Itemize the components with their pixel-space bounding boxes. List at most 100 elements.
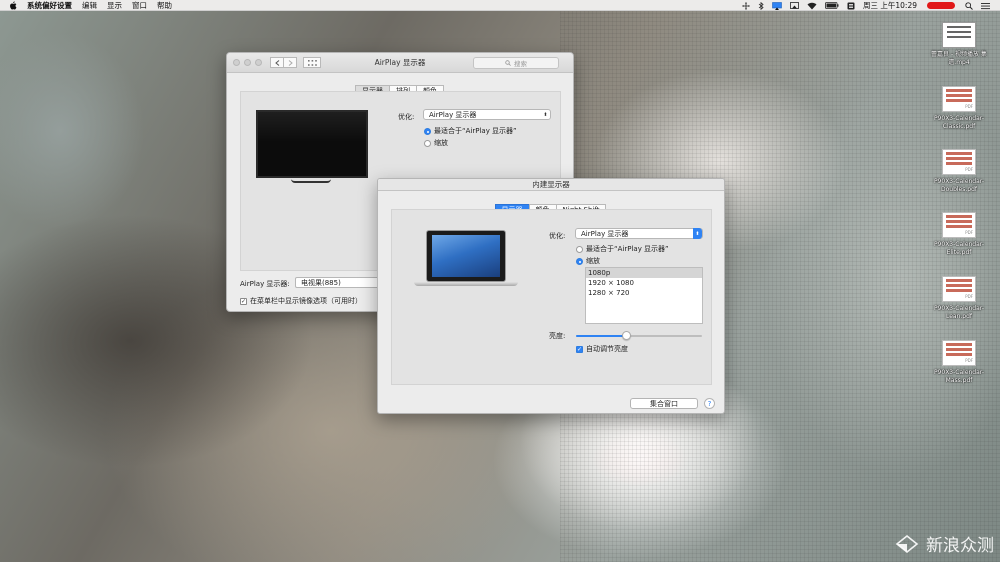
move-icon[interactable] [742,1,750,10]
checkmark-icon[interactable]: ✓ [576,345,583,353]
resolution-radio-group: 最适合于“AirPlay 显示器” 缩放 [576,244,669,268]
radio-scaled[interactable]: 缩放 [424,138,517,148]
cast-icon[interactable] [790,1,799,10]
brightness-label: 亮度: [549,332,566,340]
radio-button[interactable] [424,139,431,147]
radio-best[interactable]: 最适合于“AirPlay 显示器” [424,126,517,136]
radio-best-label: 最适合于“AirPlay 显示器” [434,127,517,135]
radio-best[interactable]: 最适合于“AirPlay 显示器” [576,244,669,254]
battery-icon[interactable] [825,2,839,9]
menu-clock[interactable]: 周三 上午10:29 [863,0,917,11]
desktop-file-pdf[interactable]: PDF P90X3-Calendar- Lean.pdf [924,276,994,320]
desktop-file-label: P90X3-Calendar- Classic.pdf [933,115,985,130]
wifi-icon[interactable] [807,2,817,10]
search-placeholder: 搜索 [514,60,527,68]
menu-bar: 系统偏好设置 编辑 显示 窗口 帮助 周三 上午10:29 [0,0,1000,11]
desktop-file-pdf[interactable]: PDF P90X3-Calendar- Doubles.pdf [924,149,994,193]
pdf-file-icon: PDF [942,340,976,366]
brightness-slider[interactable] [576,331,702,340]
laptop-image [426,230,506,282]
resolution-radio-group: 最适合于“AirPlay 显示器” 缩放 [424,126,517,150]
close-button[interactable] [233,59,240,66]
radio-scaled-label: 缩放 [586,257,600,265]
video-file-icon [942,22,976,48]
minimize-button[interactable] [244,59,251,66]
airplay-icon[interactable] [772,1,782,10]
brightness-slider-fill [576,335,627,337]
redacted-username-mark [927,2,955,9]
tv-display-image [256,110,368,178]
updown-arrows-icon: ⬍ [543,111,548,118]
optimize-label: 优化: [398,113,415,121]
search-field[interactable]: 搜索 [473,57,559,69]
pdf-file-icon: PDF [942,212,976,238]
window-controls [233,59,262,66]
back-button[interactable] [270,57,284,68]
list-item[interactable]: 1080p [586,268,702,278]
radio-button[interactable] [424,127,431,135]
desktop-file-label: P90X3-Calendar- Lean.pdf [933,305,985,320]
radio-best-label: 最适合于“AirPlay 显示器” [586,245,669,253]
input-method-icon[interactable] [847,2,855,10]
forward-button[interactable] [283,57,297,68]
desktop-file-label: P90X3-Calendar- Elite.pdf [933,241,985,256]
watermark-logo-icon [895,534,919,553]
airplay-display-label: AirPlay 显示器: [240,280,290,288]
desktop-file-video[interactable]: 蕾嘉良 - 视频播放 集 遗.mp4 [924,22,994,66]
window-title: 内建显示器 [532,180,570,189]
pdf-file-icon: PDF [942,149,976,175]
optimize-label: 优化: [549,232,566,240]
help-button[interactable]: ? [704,398,715,409]
desktop-file-pdf[interactable]: PDF P90X3-Calendar- Mass.pdf [924,340,994,384]
auto-brightness-row[interactable]: ✓ 自动调节亮度 [576,344,628,354]
pdf-file-icon: PDF [942,86,976,112]
optimize-value: AirPlay 显示器 [581,229,629,238]
pdf-file-icon: PDF [942,276,976,302]
desktop-file-pdf[interactable]: PDF P90X3-Calendar- Classic.pdf [924,86,994,130]
menu-view[interactable]: 显示 [107,0,122,11]
radio-button[interactable] [576,257,583,265]
airplay-device-popup[interactable]: 电视果(885) [295,277,379,288]
menu-app-name[interactable]: 系统偏好设置 [27,0,72,11]
menu-window[interactable]: 窗口 [132,0,147,11]
updown-arrows-icon: ⬍ [693,228,702,239]
builtin-display-window: 内建显示器 显示器 颜色 Night Shift 优化: AirPlay 显示器… [377,178,725,414]
resolution-list[interactable]: 1080p 1920 × 1080 1280 × 720 [585,267,703,324]
watermark-text: 新浪众测 [926,536,994,556]
bluetooth-icon[interactable] [758,1,764,10]
menu-edit[interactable]: 编辑 [82,0,97,11]
optimize-popup[interactable]: AirPlay 显示器 ⬍ [575,228,703,239]
chevron-right-icon [288,59,293,66]
tv-stand [291,179,331,183]
search-icon [505,60,511,66]
gather-windows-button[interactable]: 集合窗口 [630,398,698,409]
desktop-file-pdf[interactable]: PDF P90X3-Calendar- Elite.pdf [924,212,994,256]
chevron-left-icon [274,59,279,66]
notification-center-icon[interactable] [981,2,990,10]
zoom-button[interactable] [255,59,262,66]
desktop-file-label: 蕾嘉良 - 视频播放 集 遗.mp4 [931,51,987,66]
desktop-file-label: P90X3-Calendar- Doubles.pdf [933,178,985,193]
list-item[interactable]: 1280 × 720 [586,288,702,298]
laptop-base [414,282,518,286]
airplay-device-value: 电视果(885) [301,278,341,287]
desktop-file-label: P90X3-Calendar- Mass.pdf [933,369,985,384]
builtin-settings-panel: 优化: AirPlay 显示器 ⬍ 最适合于“AirPlay 显示器” 缩放 1… [391,209,712,385]
grid-icon [307,59,317,66]
window-titlebar[interactable]: AirPlay 显示器 搜索 [227,53,573,73]
mirror-option-row[interactable]: ✓ 在菜单栏中显示镜像选项（可用时） [240,296,362,306]
optimize-popup[interactable]: AirPlay 显示器 ⬍ [423,109,551,120]
radio-button[interactable] [576,245,583,253]
brightness-slider-knob[interactable] [621,331,631,340]
spotlight-icon[interactable] [965,1,973,10]
optimize-value: AirPlay 显示器 [429,110,477,119]
radio-scaled-label: 缩放 [434,139,448,147]
menu-help[interactable]: 帮助 [157,0,172,11]
list-item[interactable]: 1920 × 1080 [586,278,702,288]
auto-brightness-label: 自动调节亮度 [586,345,628,353]
show-all-button[interactable] [303,57,321,68]
checkmark-icon[interactable]: ✓ [240,297,247,305]
radio-scaled[interactable]: 缩放 [576,256,669,266]
apple-menu-icon[interactable] [9,0,19,10]
window-titlebar[interactable]: 内建显示器 [378,179,724,191]
